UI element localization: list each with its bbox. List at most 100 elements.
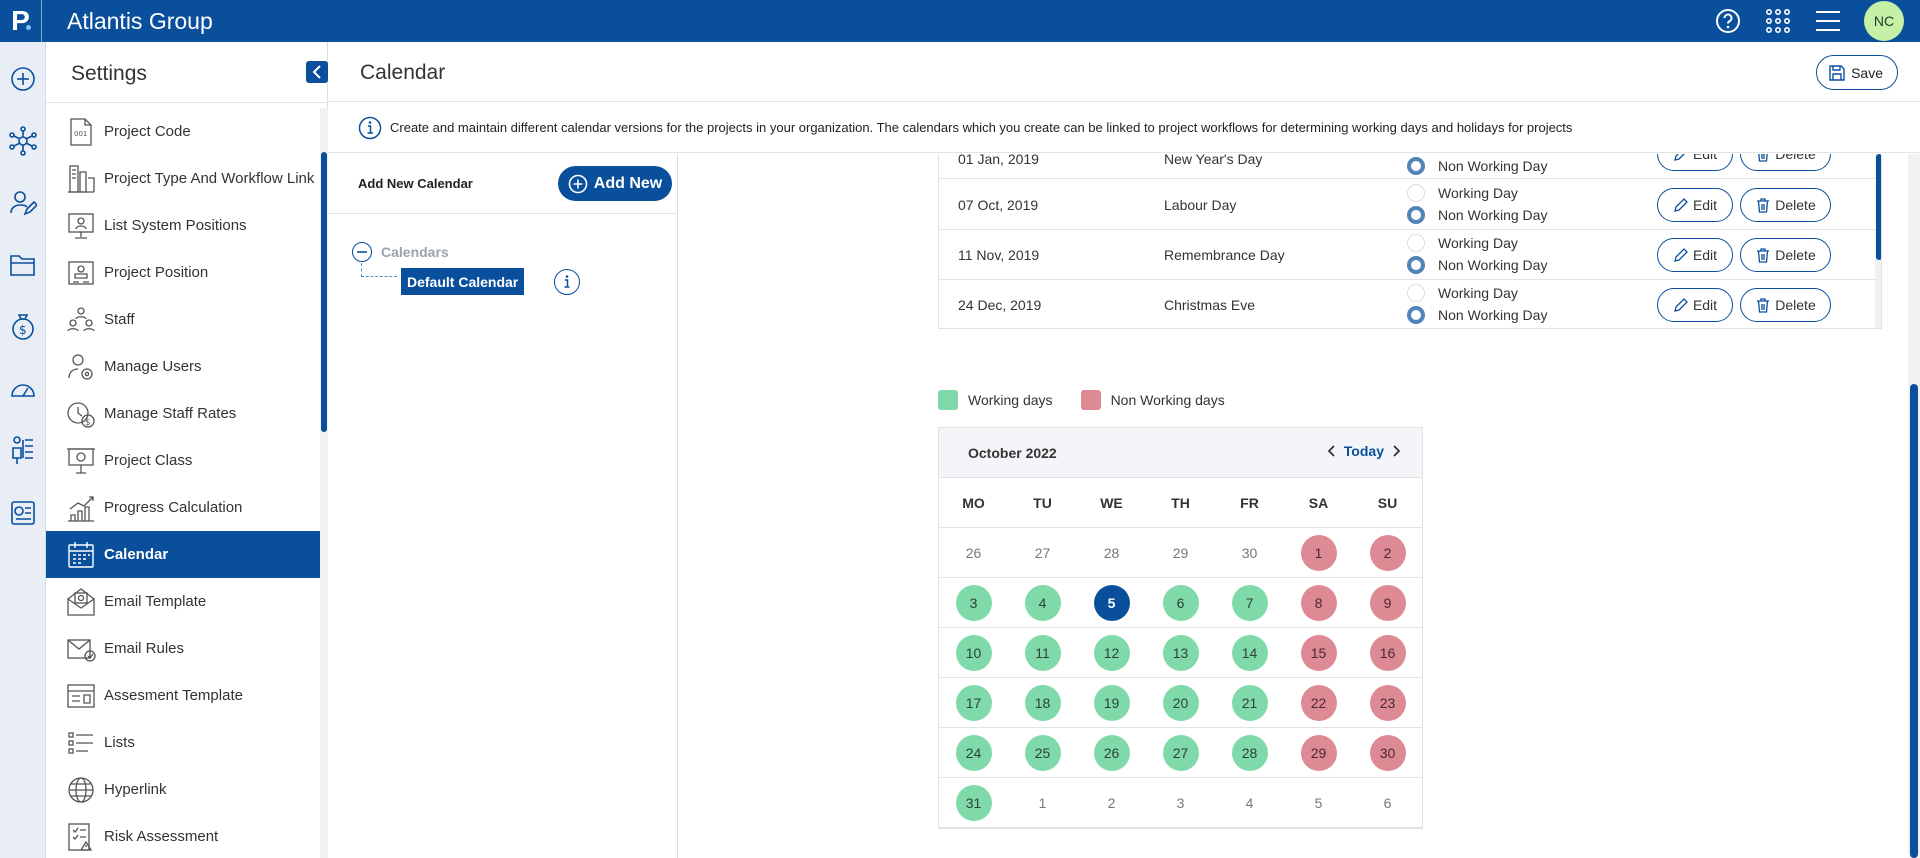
calendar-day[interactable]: 27	[1146, 728, 1215, 777]
calendar-day[interactable]: 6	[1146, 578, 1215, 627]
calendar-day[interactable]: 15	[1284, 628, 1353, 677]
prev-month-icon[interactable]	[1327, 445, 1336, 457]
non-working-radio[interactable]: Non Working Day	[1407, 206, 1547, 224]
calendar-day[interactable]: 21	[1215, 678, 1284, 727]
menu-item-assesment-template[interactable]: Assesment Template	[46, 672, 320, 719]
calendar-day[interactable]: 14	[1215, 628, 1284, 677]
calendar-day[interactable]: 30	[1353, 728, 1422, 777]
menu-item-staff[interactable]: Staff	[46, 296, 320, 343]
collapse-sidebar-button[interactable]	[306, 61, 328, 83]
calendar-day[interactable]: 8	[1284, 578, 1353, 627]
calendar-day[interactable]: 29	[1146, 528, 1215, 577]
today-button[interactable]: Today	[1344, 443, 1384, 459]
calendar-day[interactable]: 22	[1284, 678, 1353, 727]
non-working-radio[interactable]: Non Working Day	[1407, 157, 1547, 175]
menu-icon[interactable]	[1814, 7, 1842, 35]
menu-item-email-rules[interactable]: Email Rules	[46, 625, 320, 672]
calendar-day[interactable]: 25	[1008, 728, 1077, 777]
holidays-scrollbar[interactable]	[1875, 154, 1881, 328]
calendar-day[interactable]: 2	[1353, 528, 1422, 577]
edit-button[interactable]: Edit	[1657, 154, 1733, 171]
menu-item-hyperlink[interactable]: Hyperlink	[46, 766, 320, 813]
help-icon[interactable]	[1714, 7, 1742, 35]
calendar-day[interactable]: 19	[1077, 678, 1146, 727]
report-icon[interactable]	[8, 498, 38, 528]
calendar-day[interactable]: 5	[1284, 778, 1353, 827]
non-working-radio[interactable]: Non Working Day	[1407, 306, 1547, 324]
working-radio[interactable]: Working Day	[1407, 184, 1518, 202]
calendar-day[interactable]: 31	[939, 778, 1008, 827]
calendar-day[interactable]: 26	[1077, 728, 1146, 777]
calendar-day[interactable]: 13	[1146, 628, 1215, 677]
calendar-day[interactable]: 17	[939, 678, 1008, 727]
add-icon[interactable]	[8, 64, 38, 94]
page-scrollbar[interactable]	[1908, 154, 1920, 858]
calendar-day[interactable]: 4	[1008, 578, 1077, 627]
save-button[interactable]: Save	[1816, 55, 1898, 90]
delete-button[interactable]: Delete	[1740, 154, 1831, 171]
calendar-day[interactable]: 1	[1008, 778, 1077, 827]
calendar-info-icon[interactable]	[554, 269, 580, 295]
calendar-day[interactable]: 3	[939, 578, 1008, 627]
tree-root-calendars[interactable]: Calendars	[352, 242, 449, 262]
calendar-day[interactable]: 23	[1353, 678, 1422, 727]
calendar-day[interactable]: 12	[1077, 628, 1146, 677]
delete-button[interactable]: Delete	[1740, 188, 1831, 222]
network-icon[interactable]	[8, 126, 38, 156]
edit-button[interactable]: Edit	[1657, 288, 1733, 322]
menu-item-label: Staff	[104, 311, 135, 328]
user-avatar[interactable]: NC	[1864, 1, 1904, 41]
calendar-day[interactable]: 27	[1008, 528, 1077, 577]
menu-item-calendar[interactable]: Calendar	[46, 531, 320, 578]
menu-item-project-code[interactable]: 001 Project Code	[46, 108, 320, 155]
calendar-day[interactable]: 28	[1215, 728, 1284, 777]
next-month-icon[interactable]	[1392, 445, 1400, 457]
menu-item-list-system-positions[interactable]: List System Positions	[46, 202, 320, 249]
calendar-day[interactable]: 6	[1353, 778, 1422, 827]
calendar-day[interactable]: 18	[1008, 678, 1077, 727]
non-working-radio[interactable]: Non Working Day	[1407, 256, 1547, 274]
apps-grid-icon[interactable]	[1764, 7, 1792, 35]
tree-node-default-calendar[interactable]: Default Calendar	[401, 268, 525, 295]
calendar-day[interactable]: 28	[1077, 528, 1146, 577]
menu-item-project-position[interactable]: Project Position	[46, 249, 320, 296]
calendar-day[interactable]: 16	[1353, 628, 1422, 677]
delete-button[interactable]: Delete	[1740, 238, 1831, 272]
calendar-day[interactable]: 3	[1146, 778, 1215, 827]
calendar-day[interactable]: 24	[939, 728, 1008, 777]
org-chart-icon[interactable]	[8, 436, 38, 466]
menu-item-manage-users[interactable]: Manage Users	[46, 343, 320, 390]
calendar-day[interactable]: 20	[1146, 678, 1215, 727]
sidebar-scrollbar[interactable]	[320, 108, 328, 858]
app-logo[interactable]: P	[0, 0, 42, 42]
calendar-day[interactable]: 30	[1215, 528, 1284, 577]
calendar-day[interactable]: 10	[939, 628, 1008, 677]
working-radio[interactable]: Working Day	[1407, 284, 1518, 302]
menu-item-progress-calculation[interactable]: Progress Calculation	[46, 484, 320, 531]
calendar-day[interactable]: 4	[1215, 778, 1284, 827]
calendar-day[interactable]: 9	[1353, 578, 1422, 627]
working-radio[interactable]: Working Day	[1407, 234, 1518, 252]
calendar-day[interactable]: 1	[1284, 528, 1353, 577]
menu-item-project-class[interactable]: Project Class	[46, 437, 320, 484]
menu-item-manage-staff-rates[interactable]: $ Manage Staff Rates	[46, 390, 320, 437]
delete-button[interactable]: Delete	[1740, 288, 1831, 322]
edit-button[interactable]: Edit	[1657, 188, 1733, 222]
folder-icon[interactable]	[8, 250, 38, 280]
menu-item-email-template[interactable]: Email Template	[46, 578, 320, 625]
calendar-day[interactable]: 26	[939, 528, 1008, 577]
calendar-day[interactable]: 5	[1077, 578, 1146, 627]
calendar-day[interactable]: 2	[1077, 778, 1146, 827]
calendar-day[interactable]: 7	[1215, 578, 1284, 627]
menu-item-project-type-workflow[interactable]: Project Type And Workflow Link	[46, 155, 320, 202]
money-icon[interactable]: $	[8, 312, 38, 342]
user-edit-icon[interactable]	[8, 188, 38, 218]
menu-item-lists[interactable]: Lists	[46, 719, 320, 766]
calendar-day[interactable]: 29	[1284, 728, 1353, 777]
calendar-day[interactable]: 11	[1008, 628, 1077, 677]
dashboard-icon[interactable]	[8, 374, 38, 404]
edit-button[interactable]: Edit	[1657, 238, 1733, 272]
collapse-tree-icon[interactable]	[352, 242, 372, 262]
menu-item-risk-assessment[interactable]: Risk Assessment	[46, 813, 320, 858]
add-new-button[interactable]: Add New	[558, 166, 672, 201]
